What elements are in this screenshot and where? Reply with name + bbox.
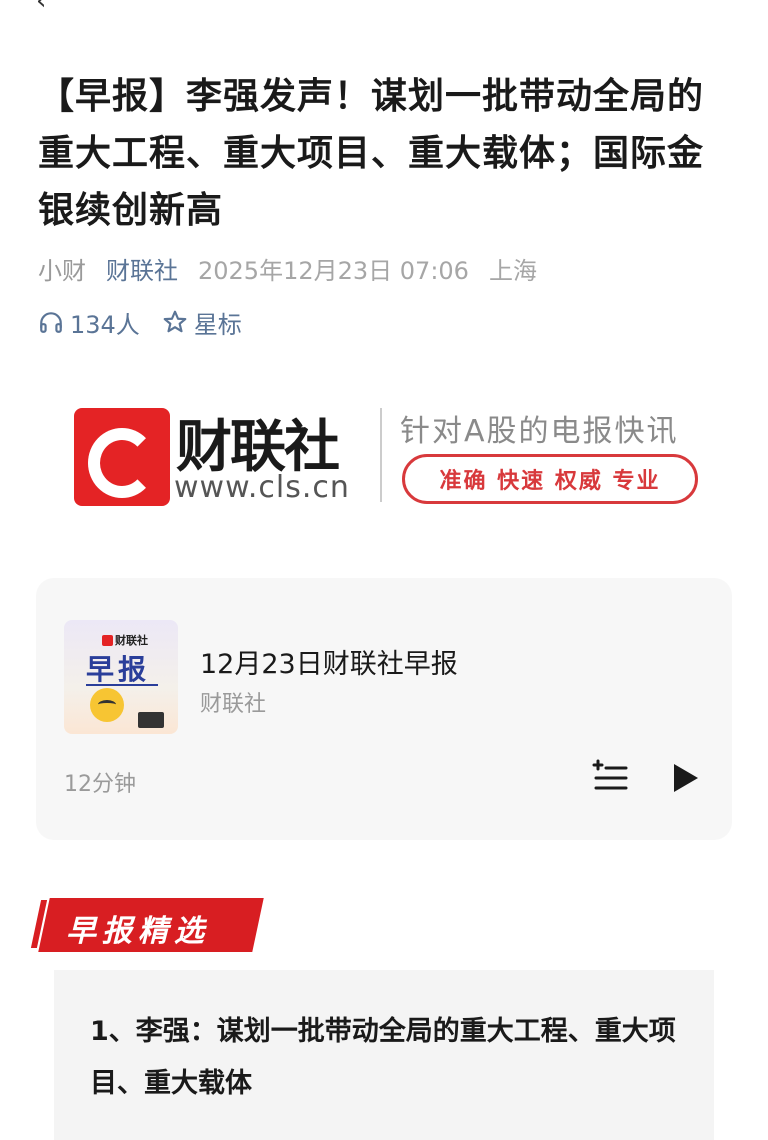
listeners[interactable]: 134人 (38, 305, 140, 340)
cover-title: 早报 (86, 653, 151, 686)
headphones-icon (40, 312, 62, 333)
back-arrow-icon[interactable]: ‹ (36, 0, 46, 16)
mascot-icon (90, 688, 124, 722)
star-button[interactable]: 星标 (162, 305, 242, 340)
location: 上海 (488, 256, 537, 285)
play-icon[interactable] (664, 758, 704, 798)
add-to-playlist-icon[interactable] (592, 758, 632, 798)
author: 小财 (38, 256, 86, 285)
publish-time: 2025年12月23日 07:06 (198, 256, 469, 285)
cls-logo-icon (74, 408, 170, 506)
article-title: 【早报】李强发声！谋划一批带动全局的重大工程、重大项目、重大载体；国际金银续创新… (38, 76, 705, 231)
source-link[interactable]: 财联社 (106, 251, 178, 286)
audio-player-card[interactable]: 财联社 早报 12月23日财联社早报 财联社 12分钟 (36, 578, 732, 840)
laptop-icon (138, 712, 164, 728)
banner-pill: 准确 快速 权威 专业 (402, 454, 698, 504)
audio-source: 财联社 (200, 692, 267, 717)
banner-divider (380, 408, 382, 502)
star-label: 星标 (193, 310, 242, 339)
cover-logo: 财联社 (102, 632, 148, 648)
news-item-card[interactable]: 1、李强：谋划一批带动全局的重大工程、重大项目、重大载体 (54, 970, 714, 1140)
audio-cover: 财联社 早报 (64, 620, 178, 734)
article-stats: 134人 星标 (38, 305, 264, 340)
news-item-text: 1、李强：谋划一批带动全局的重大工程、重大项目、重大载体 (90, 1016, 676, 1099)
section-heading: 早报精选 (30, 896, 266, 954)
banner-tagline: 针对A股的电报快讯 (400, 414, 679, 449)
audio-title: 12月23日财联社早报 (200, 649, 458, 680)
star-icon (163, 310, 187, 333)
listener-count: 134人 (70, 310, 140, 339)
cls-banner: 财联社 www.cls.cn 针对A股的电报快讯 准确 快速 权威 专业 (72, 404, 712, 508)
article-meta: 小财 财联社 2025年12月23日 07:06 上海 (38, 251, 537, 286)
audio-duration: 12分钟 (64, 772, 136, 797)
brand-url: www.cls.cn (174, 470, 350, 505)
section-label: 早报精选 (66, 914, 210, 949)
